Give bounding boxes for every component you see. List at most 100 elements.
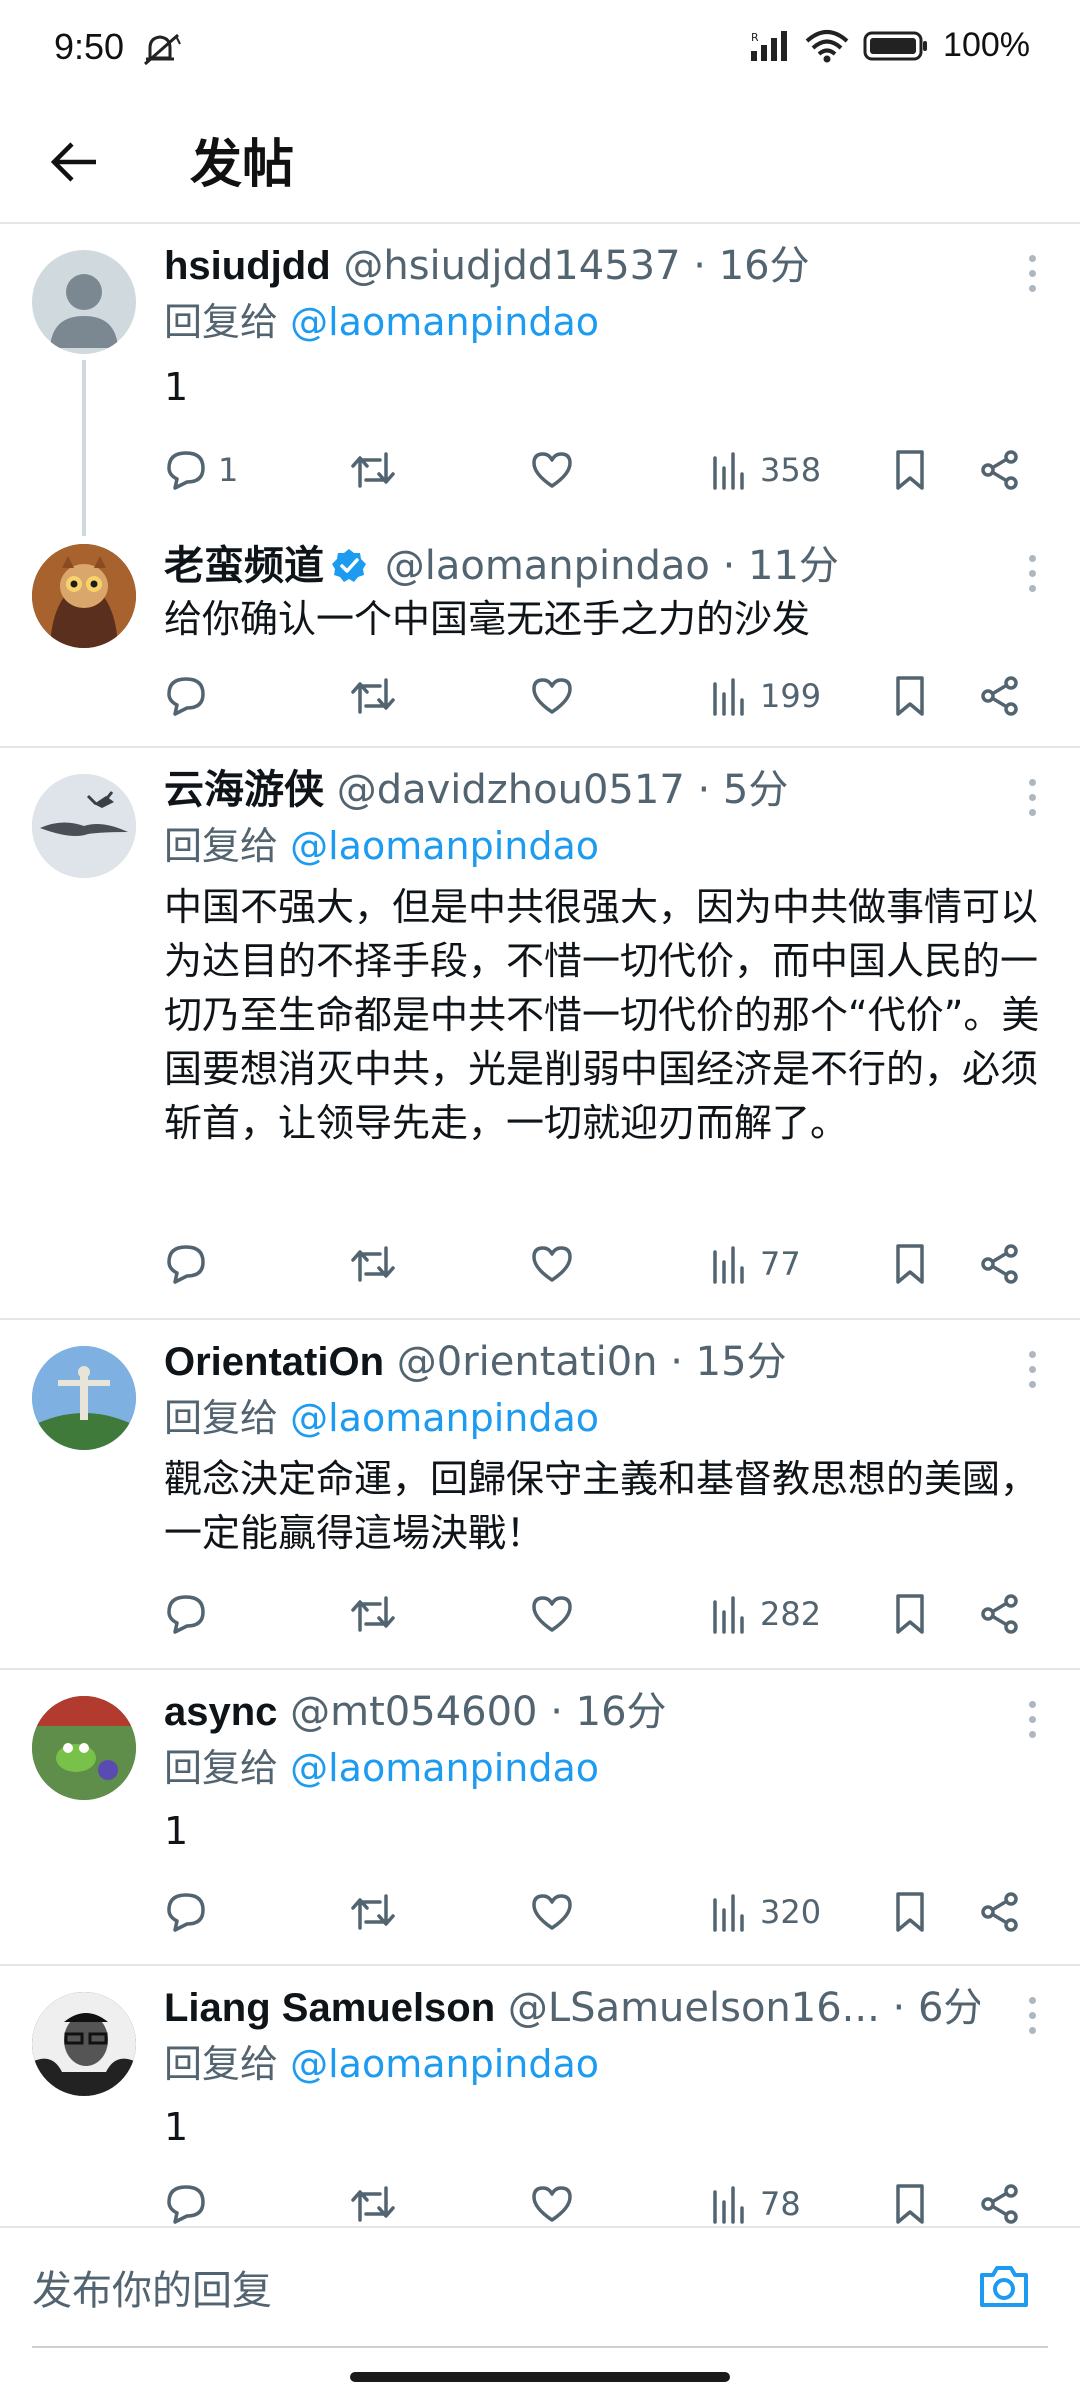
- more-options-icon[interactable]: [1022, 248, 1042, 298]
- reply-button[interactable]: [164, 666, 208, 726]
- like-button[interactable]: [530, 1882, 574, 1942]
- bookmark-icon: [896, 2184, 924, 2224]
- reply-input[interactable]: 发布你的回复: [32, 2258, 932, 2316]
- bookmark-button[interactable]: [890, 1234, 930, 1294]
- user-handle: @laomanpindao: [384, 543, 710, 589]
- share-button[interactable]: [978, 440, 1022, 500]
- avatar[interactable]: [32, 544, 136, 648]
- retweet-button[interactable]: [348, 1882, 398, 1942]
- like-button[interactable]: [530, 1584, 574, 1644]
- reply-tweet[interactable]: OrientatiOn @0rientati0n · 15分 回复给 @laom…: [0, 1322, 1080, 1670]
- bookmark-button[interactable]: [890, 666, 930, 726]
- reply-tweet[interactable]: hsiudjdd @hsiudjdd14537 · 16分 回复给 @laoma…: [0, 226, 1080, 536]
- more-options-icon[interactable]: [1022, 1990, 1042, 2040]
- views-button[interactable]: 78: [710, 2174, 801, 2226]
- views-button[interactable]: 320: [710, 1882, 821, 1942]
- share-icon: [981, 676, 1018, 716]
- retweet-button[interactable]: [348, 440, 398, 500]
- retweet-icon: [351, 2186, 395, 2222]
- tweet-text: 1: [164, 1809, 189, 1853]
- bookmark-button[interactable]: [890, 1882, 930, 1942]
- retweet-icon: [351, 1246, 395, 1282]
- avatar[interactable]: [32, 1992, 136, 2096]
- comment-icon: [167, 1245, 205, 1284]
- share-button[interactable]: [978, 2174, 1022, 2226]
- reply-to-mention[interactable]: @laomanpindao: [290, 1396, 599, 1440]
- display-name[interactable]: Liang Samuelson: [164, 1986, 495, 2030]
- reply-to-mention[interactable]: @laomanpindao: [290, 300, 599, 344]
- retweet-button[interactable]: [348, 2174, 398, 2226]
- reply-button[interactable]: [164, 1584, 208, 1644]
- share-icon: [981, 1244, 1018, 1284]
- verified-badge-icon: [332, 549, 366, 582]
- thread-line: [82, 360, 86, 536]
- views-button[interactable]: 77: [710, 1234, 801, 1294]
- camera-button[interactable]: [972, 2254, 1036, 2318]
- view-count: 282: [760, 1595, 822, 1633]
- views-button[interactable]: 199: [710, 666, 821, 726]
- like-button[interactable]: [530, 440, 574, 500]
- timestamp: · 11分: [722, 543, 839, 589]
- like-button[interactable]: [530, 2174, 574, 2226]
- comment-icon: [167, 677, 205, 716]
- display-name[interactable]: hsiudjdd: [164, 244, 331, 288]
- reply-to-label: 回复给: [164, 2042, 279, 2086]
- views-icon: [713, 2186, 744, 2224]
- status-bar: 9:50 R 100%: [0, 0, 1080, 100]
- top-app-bar: 发帖: [0, 100, 1080, 224]
- reply-button[interactable]: [164, 1234, 208, 1294]
- more-options-icon[interactable]: [1022, 1344, 1042, 1394]
- share-button[interactable]: [978, 1882, 1022, 1942]
- like-button[interactable]: [530, 1234, 574, 1294]
- reply-tweet[interactable]: async @mt054600 · 16分 回复给 @laomanpindao …: [0, 1672, 1080, 1966]
- reply-to-line: 回复给 @laomanpindao: [164, 1742, 599, 1794]
- views-button[interactable]: 282: [710, 1584, 821, 1644]
- display-name[interactable]: async: [164, 1690, 277, 1734]
- retweet-icon: [351, 1596, 395, 1632]
- bookmark-button[interactable]: [890, 440, 930, 500]
- owl-avatar-icon: [32, 544, 136, 648]
- back-button[interactable]: [40, 130, 110, 194]
- home-indicator[interactable]: [350, 2372, 730, 2382]
- display-name[interactable]: 云海游侠: [164, 768, 324, 812]
- reply-button[interactable]: 1: [164, 440, 238, 500]
- retweet-button[interactable]: [348, 1234, 398, 1294]
- view-count: 320: [760, 1893, 822, 1931]
- more-options-icon[interactable]: [1022, 1694, 1042, 1744]
- like-button[interactable]: [530, 666, 574, 726]
- more-options-icon[interactable]: [1022, 548, 1042, 598]
- share-button[interactable]: [978, 1234, 1022, 1294]
- reply-to-mention[interactable]: @laomanpindao: [290, 1746, 599, 1790]
- bookmark-button[interactable]: [890, 2174, 930, 2226]
- reply-button[interactable]: [164, 2174, 208, 2226]
- reply-tweet[interactable]: Liang Samuelson @LSamuelson16... · 6分 回复…: [0, 1968, 1080, 2226]
- battery-icon: [863, 31, 928, 60]
- more-options-icon[interactable]: [1022, 772, 1042, 822]
- tweet-header: async @mt054600 · 16分: [164, 1686, 980, 1738]
- heart-icon: [532, 2186, 572, 2222]
- share-button[interactable]: [978, 1584, 1022, 1644]
- display-name[interactable]: OrientatiOn: [164, 1340, 384, 1384]
- reply-to-line: 回复给 @laomanpindao: [164, 1392, 599, 1444]
- reply-to-mention[interactable]: @laomanpindao: [290, 2042, 599, 2086]
- reply-to-mention[interactable]: @laomanpindao: [290, 824, 599, 868]
- reply-button[interactable]: [164, 1882, 208, 1942]
- main-tweet[interactable]: 老蛮频道 @laomanpindao · 11分 给你确认一个中国毫无还手之力的…: [0, 526, 1080, 748]
- avatar[interactable]: [32, 774, 136, 878]
- wifi-icon: [805, 29, 849, 62]
- views-button[interactable]: 358: [710, 440, 821, 500]
- avatar[interactable]: [32, 1696, 136, 1800]
- retweet-button[interactable]: [348, 1584, 398, 1644]
- reply-to-label: 回复给: [164, 1396, 279, 1440]
- share-icon: [981, 2184, 1018, 2224]
- display-name[interactable]: 老蛮频道: [164, 544, 324, 588]
- bookmark-button[interactable]: [890, 1584, 930, 1644]
- avatar[interactable]: [32, 250, 136, 354]
- share-button[interactable]: [978, 666, 1022, 726]
- timestamp: · 16分: [550, 1689, 667, 1735]
- avatar[interactable]: [32, 1346, 136, 1450]
- tweet-text: 中国不强大，但是中共很强大，因为中共做事情可以为达目的不择手段，不惜一切代价，而…: [164, 885, 1040, 1145]
- retweet-button[interactable]: [348, 666, 398, 726]
- share-icon: [981, 1594, 1018, 1634]
- reply-tweet[interactable]: 云海游侠 @davidzhou0517 · 5分 回复给 @laomanpind…: [0, 750, 1080, 1320]
